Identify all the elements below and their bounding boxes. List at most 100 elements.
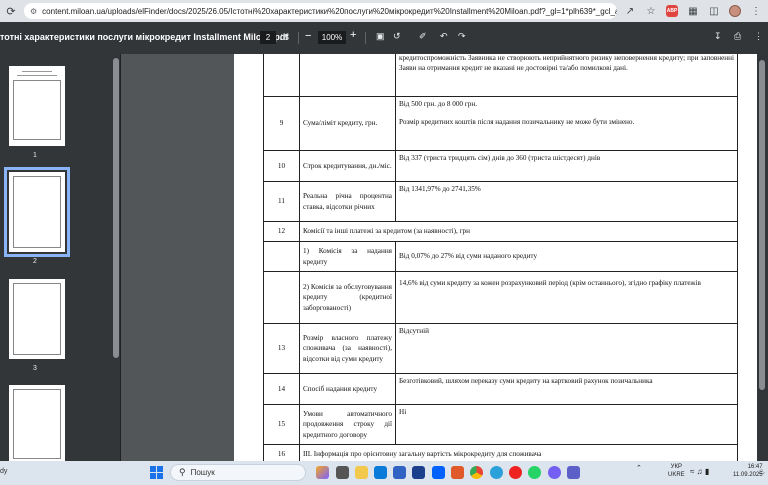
thumb-table xyxy=(13,389,61,459)
row-subname: 2) Комісія за обслуговування кредиту (кр… xyxy=(299,271,396,324)
table-cell xyxy=(263,54,300,97)
reload-icon[interactable]: ⟳ xyxy=(4,4,18,18)
document-scrollbar-thumb[interactable] xyxy=(759,60,765,390)
whatsapp-icon[interactable] xyxy=(528,466,541,479)
browser-address-bar: ⟳ ⚙ content.miloan.ua/uploads/elFinder/d… xyxy=(0,0,768,22)
table-row: 16 ІІІ. Інформація про орієнтовну загаль… xyxy=(263,444,738,461)
split-view-icon[interactable]: ◫ xyxy=(706,3,722,19)
section-heading: ІІІ. Інформація про орієнтовну загальну … xyxy=(299,444,738,461)
row-value: Від 337 (триста тридцять сім) днів до 36… xyxy=(395,150,738,182)
ms-store-icon[interactable] xyxy=(374,466,387,479)
characteristics-table: кредитоспроможність Заявника не створюют… xyxy=(263,54,738,461)
row-value: Від 0,07% до 27% від суми наданого креди… xyxy=(395,241,738,272)
row-name: Реальна річна процентна ставка, відсотки… xyxy=(299,181,396,222)
page-thumbnail-1[interactable] xyxy=(9,66,65,146)
language-indicator[interactable]: УКР UKRE xyxy=(668,464,685,480)
page-thumbnail-3[interactable] xyxy=(9,279,65,359)
bookmark-star-icon[interactable]: ☆ xyxy=(643,3,659,19)
table-row: кредитоспроможність Заявника не створюют… xyxy=(263,54,738,97)
undo-icon[interactable]: ↶ xyxy=(440,31,448,42)
row-name: Умови автоматичного продовження строку д… xyxy=(299,404,396,445)
extensions-icon[interactable]: ▦ xyxy=(685,3,701,19)
notifications-bell-icon[interactable]: ♨ xyxy=(758,467,765,476)
thumb-table xyxy=(13,80,61,140)
sidebar-scrollbar-thumb[interactable] xyxy=(113,58,119,358)
copilot-app-icon[interactable] xyxy=(316,466,329,479)
zoom-out-button[interactable]: − xyxy=(305,30,311,42)
network-volume-icons[interactable]: ≈ ♫ ▮ xyxy=(690,467,709,476)
app-icon-orange[interactable] xyxy=(451,466,464,479)
row-value: Відсутній xyxy=(395,323,738,374)
taskbar-search[interactable]: ⚲ Пошук xyxy=(170,464,306,481)
table-row: 2) Комісія за обслуговування кредиту (кр… xyxy=(263,271,738,324)
row-number: 9 xyxy=(263,96,300,151)
print-icon[interactable]: ⎙ xyxy=(734,31,741,42)
rotate-icon[interactable]: ↺ xyxy=(393,31,401,42)
table-row: 13 Розмір власного платежу споживача (за… xyxy=(263,323,738,374)
teams-icon[interactable] xyxy=(567,466,580,479)
app-icon-l[interactable] xyxy=(412,466,425,479)
row-value: Безготівковий, шляхом переказу суми кред… xyxy=(395,373,738,405)
start-square xyxy=(150,466,156,472)
share-icon[interactable]: ↗ xyxy=(622,3,638,19)
row-number: 14 xyxy=(263,373,300,405)
abp-badge: ABP xyxy=(666,5,678,17)
row-value-line: Від 500 грн. до 8 000 грн. xyxy=(399,100,478,108)
document-viewer[interactable]: кредитоспроможність Заявника не створюют… xyxy=(121,54,768,461)
thumbnail-label-1: 1 xyxy=(33,152,37,159)
site-info-icon[interactable]: ⚙ xyxy=(30,7,37,16)
windows-start-icon[interactable] xyxy=(150,466,163,479)
table-cell-value: кредитоспроможність Заявника не створюют… xyxy=(395,54,738,97)
table-row: 12 Комісії та інші платежі за кредитом (… xyxy=(263,221,738,242)
annotate-icon[interactable]: ✐ xyxy=(419,31,427,42)
row-number: 12 xyxy=(263,221,300,242)
avatar-image xyxy=(729,5,741,17)
zoom-in-button[interactable]: + xyxy=(350,29,356,41)
start-square xyxy=(157,466,163,472)
table-cell xyxy=(263,271,300,324)
os-taskbar: dy ⚲ Пошук ⌃ УКР UKRE ≈ ♫ ▮ 16:47 11.09.… xyxy=(0,461,768,485)
task-view-icon[interactable] xyxy=(336,466,349,479)
pdf-page: кредитоспроможність Заявника не створюют… xyxy=(234,54,760,461)
opera-icon[interactable] xyxy=(509,466,522,479)
tray-chevron-icon[interactable]: ⌃ xyxy=(636,464,642,472)
taskbar-status-text: dy xyxy=(0,468,8,475)
row-number: 13 xyxy=(263,323,300,374)
table-row: 15 Умови автоматичного продовження строк… xyxy=(263,404,738,445)
thumbnail-label-3: 3 xyxy=(33,365,37,372)
page-thumbnail-2[interactable] xyxy=(4,167,70,257)
url-text: content.miloan.ua/uploads/elFinder/docs/… xyxy=(42,6,617,16)
page-total: / 5 xyxy=(280,33,289,42)
thumb-line xyxy=(17,75,57,76)
section-heading: Комісії та інші платежі за кредитом (за … xyxy=(299,221,738,242)
thumbnail-label-2: 2 xyxy=(33,258,37,265)
url-field[interactable]: ⚙ content.miloan.ua/uploads/elFinder/doc… xyxy=(24,3,617,19)
zoom-level-input[interactable]: 100% xyxy=(318,31,346,44)
profile-avatar[interactable] xyxy=(727,3,743,19)
table-row: 1) Комісія за надання кредиту Від 0,07% … xyxy=(263,241,738,272)
search-icon: ⚲ xyxy=(179,467,186,477)
table-row: 14 Спосіб надання кредиту Безготівковий,… xyxy=(263,373,738,405)
adblock-extension-icon[interactable]: ABP xyxy=(664,3,680,19)
file-explorer-icon[interactable] xyxy=(355,466,368,479)
menu-kebab-icon[interactable]: ⋮ xyxy=(748,3,764,19)
download-icon[interactable]: ↧ xyxy=(714,31,722,42)
row-name: Спосіб надання кредиту xyxy=(299,373,396,405)
chrome-icon[interactable] xyxy=(470,466,483,479)
table-cell xyxy=(299,54,396,97)
dropbox-icon[interactable] xyxy=(432,466,445,479)
page-thumbnail-4[interactable] xyxy=(9,385,65,461)
document-title: тотні характеристики послуги мікрокредит… xyxy=(0,32,289,42)
fit-page-icon[interactable]: ▣ xyxy=(376,31,385,42)
word-app-icon[interactable] xyxy=(393,466,406,479)
more-options-icon[interactable]: ⋮ xyxy=(754,31,763,42)
thumb-table xyxy=(13,283,61,355)
thumbnail-sidebar: 1 2 3 xyxy=(0,54,120,461)
row-number: 16 xyxy=(263,444,300,461)
lang-line: УКР xyxy=(670,464,682,470)
viber-icon[interactable] xyxy=(548,466,561,479)
thumb-line xyxy=(22,71,52,72)
page-number-input[interactable]: 2 xyxy=(260,31,276,44)
telegram-icon[interactable] xyxy=(490,466,503,479)
redo-icon[interactable]: ↷ xyxy=(458,31,466,42)
